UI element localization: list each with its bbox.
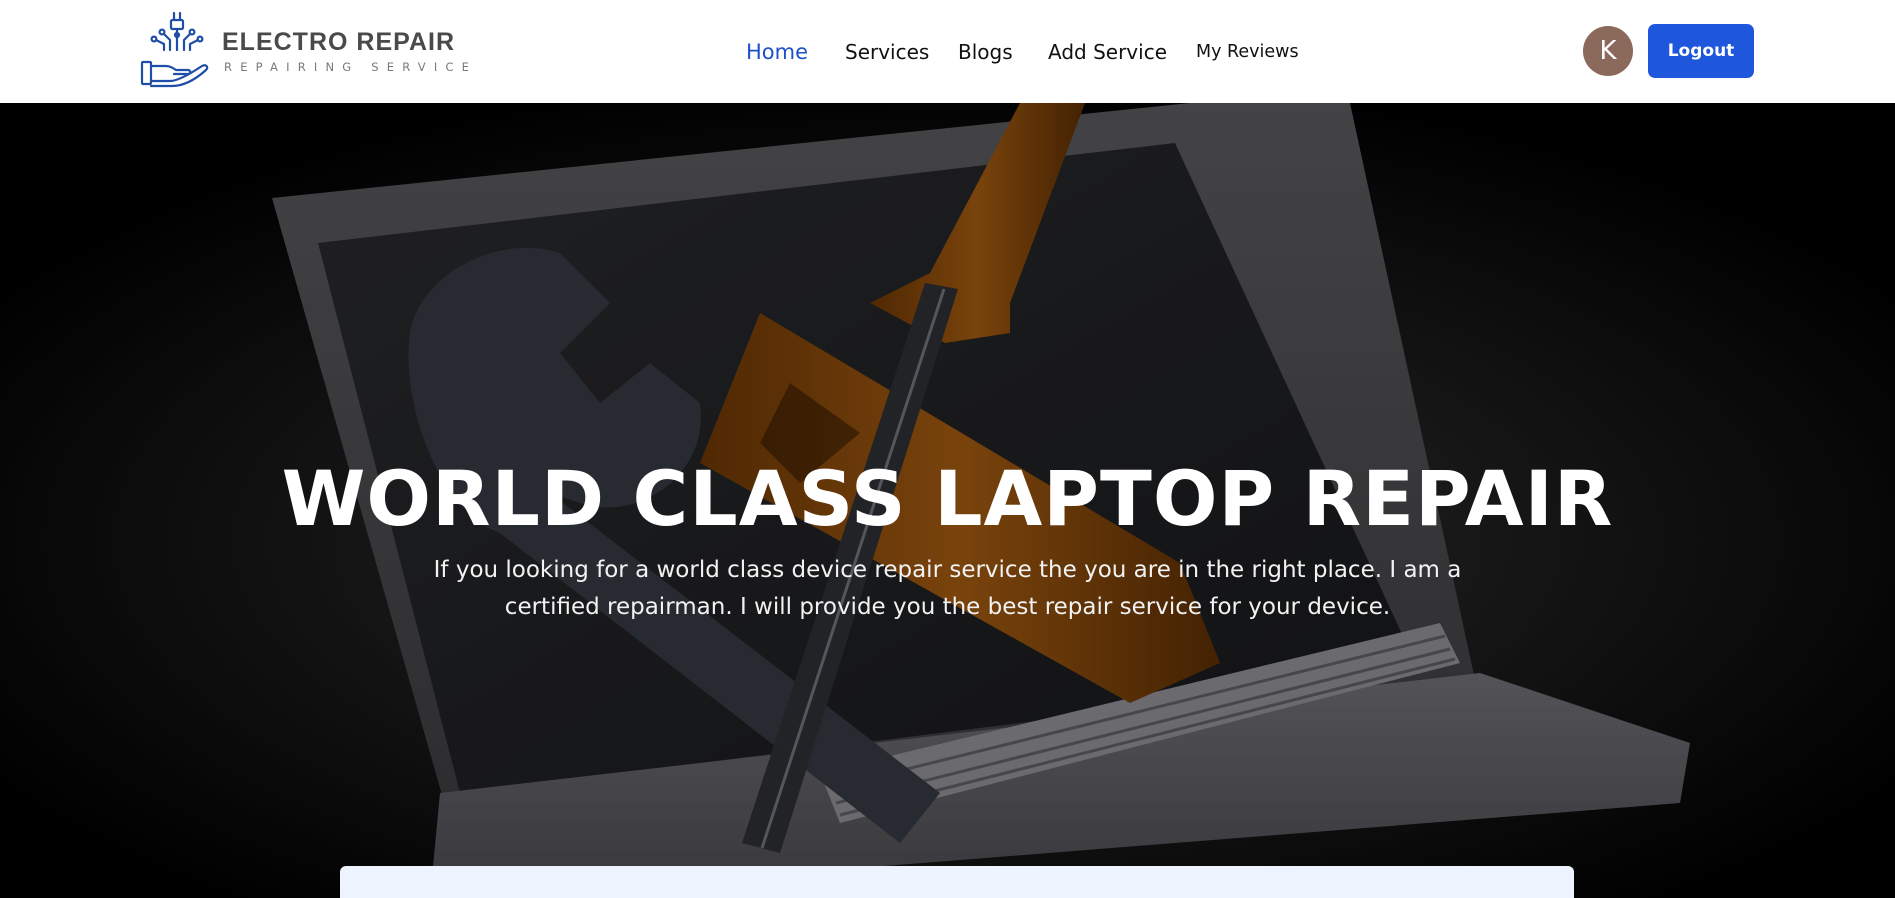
nav-services[interactable]: Services [845, 38, 929, 66]
hero-section: WORLD CLASS LAPTOP REPAIR If you looking… [0, 103, 1895, 898]
hero-title: WORLD CLASS LAPTOP REPAIR [281, 454, 1614, 543]
brand-logo[interactable]: ELECTRO REPAIR REPAIRING SERVICE [140, 10, 469, 92]
navbar: ELECTRO REPAIR REPAIRING SERVICE Home Se… [0, 0, 1895, 103]
nav-add-service[interactable]: Add Service [1048, 38, 1167, 66]
brand-title: ELECTRO REPAIR [222, 28, 455, 56]
user-avatar[interactable]: K [1583, 26, 1633, 76]
content-card [340, 866, 1574, 898]
nav-home[interactable]: Home [746, 38, 808, 66]
hero-description: If you looking for a world class device … [433, 557, 1462, 620]
nav-blogs[interactable]: Blogs [958, 38, 1013, 66]
logout-button[interactable]: Logout [1648, 24, 1754, 78]
hand-circuit-plug-icon [140, 11, 209, 88]
brand-subtitle: REPAIRING SERVICE [224, 60, 478, 74]
nav-my-reviews[interactable]: My Reviews [1196, 38, 1299, 66]
